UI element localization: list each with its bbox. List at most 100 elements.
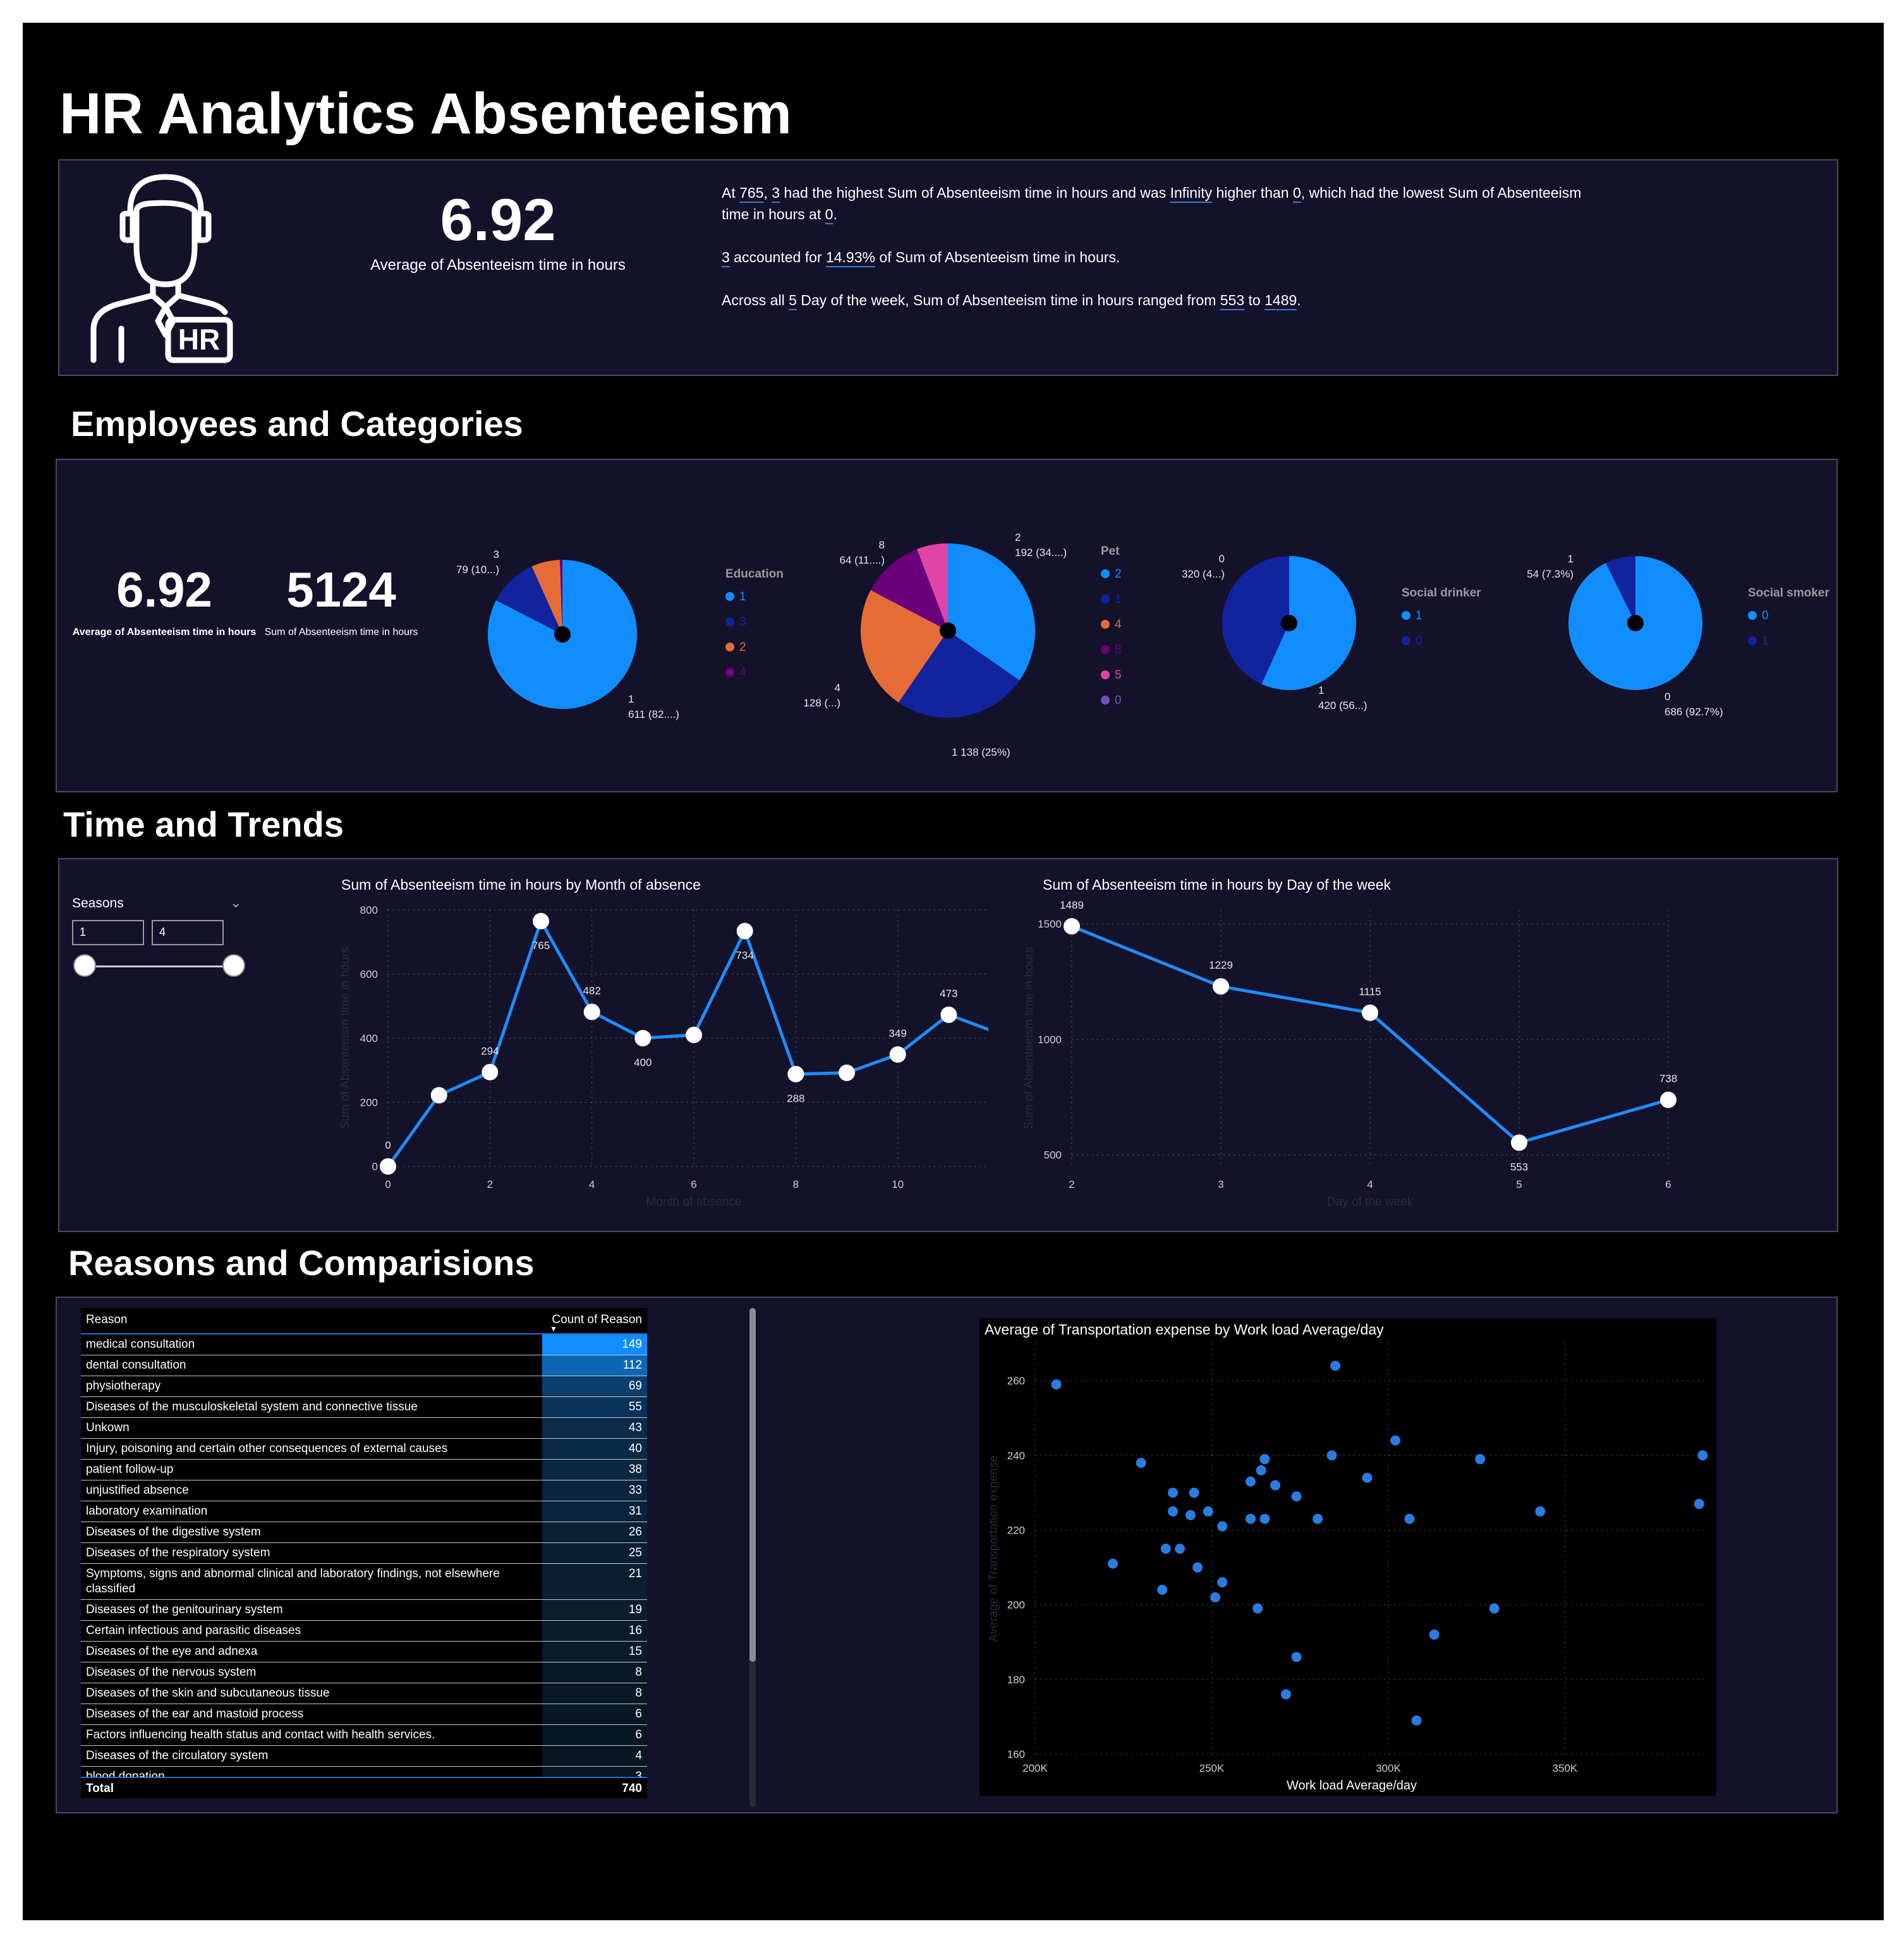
scatter-point-31[interactable] bbox=[1411, 1715, 1422, 1726]
table-row[interactable]: dental consultation 112 bbox=[81, 1355, 647, 1376]
slider-handle-min[interactable] bbox=[73, 954, 96, 977]
data-point-9[interactable] bbox=[839, 1064, 855, 1081]
data-point-3[interactable] bbox=[1511, 1134, 1527, 1151]
scatter-point-33[interactable] bbox=[1475, 1454, 1486, 1465]
scatter-point-11[interactable] bbox=[1203, 1506, 1213, 1516]
data-point-11[interactable] bbox=[940, 1006, 957, 1023]
pie-1-legend-dot-1[interactable] bbox=[1101, 595, 1110, 603]
table-row[interactable]: Diseases of the nervous system 8 bbox=[81, 1662, 647, 1683]
data-point-7[interactable] bbox=[736, 923, 753, 940]
data-point-5[interactable] bbox=[634, 1030, 652, 1046]
data-point-1[interactable] bbox=[430, 1087, 447, 1104]
data-point-2[interactable] bbox=[1362, 1004, 1378, 1021]
pie-0-legend-dot-1[interactable] bbox=[725, 617, 734, 626]
data-point-8[interactable] bbox=[787, 1065, 804, 1082]
scatter-point-5[interactable] bbox=[1167, 1487, 1178, 1498]
scatter-point-36[interactable] bbox=[1694, 1499, 1704, 1510]
pie-0-legend-item-0[interactable]: 1 bbox=[739, 590, 746, 603]
table-row[interactable]: physiotherapy 69 bbox=[81, 1376, 647, 1397]
table-row[interactable]: Diseases of the circulatory system 4 bbox=[81, 1745, 647, 1767]
scatter-point-9[interactable] bbox=[1189, 1487, 1199, 1498]
table-row[interactable]: Diseases of the respiratory system 25 bbox=[81, 1542, 647, 1564]
pie-1-legend-dot-2[interactable] bbox=[1101, 620, 1110, 629]
pie-1-legend-dot-5[interactable] bbox=[1101, 696, 1110, 705]
scatter-point-1[interactable] bbox=[1107, 1558, 1118, 1569]
pie-1-legend-item-0[interactable]: 2 bbox=[1115, 567, 1122, 581]
data-point-10[interactable] bbox=[889, 1046, 906, 1063]
scatter-point-26[interactable] bbox=[1326, 1450, 1337, 1461]
table-row[interactable]: Injury, poisoning and certain other cons… bbox=[81, 1438, 647, 1460]
data-point-4[interactable] bbox=[583, 1003, 600, 1020]
pie-3-legend-item-1[interactable]: 1 bbox=[1762, 634, 1769, 648]
pie-1-legend-dot-4[interactable] bbox=[1101, 670, 1110, 679]
table-row[interactable]: Certain infectious and parasitic disease… bbox=[81, 1620, 647, 1642]
scatter-point-27[interactable] bbox=[1330, 1360, 1341, 1371]
scatter-point-12[interactable] bbox=[1210, 1592, 1221, 1602]
table-row[interactable]: Diseases of the digestive system 26 bbox=[81, 1522, 647, 1543]
pie-3-legend-dot-0[interactable] bbox=[1748, 611, 1757, 620]
pie-3-legend-dot-1[interactable] bbox=[1748, 636, 1757, 645]
scatter-point-6[interactable] bbox=[1167, 1506, 1178, 1516]
data-point-3[interactable] bbox=[533, 912, 549, 929]
pie-0-legend-dot-2[interactable] bbox=[725, 643, 734, 651]
pie-1-legend-item-5[interactable]: 0 bbox=[1115, 694, 1122, 707]
table-row[interactable]: Diseases of the musculoskeletal system a… bbox=[81, 1396, 647, 1418]
pie-1-legend-item-4[interactable]: 5 bbox=[1115, 669, 1122, 682]
scatter-point-18[interactable] bbox=[1256, 1465, 1266, 1475]
pie-1-legend-item-1[interactable]: 1 bbox=[1115, 593, 1122, 606]
scatter-point-3[interactable] bbox=[1157, 1585, 1168, 1595]
scatter-point-2[interactable] bbox=[1136, 1458, 1146, 1468]
pie-0-legend-dot-0[interactable] bbox=[725, 592, 734, 601]
pie-2-legend-dot-1[interactable] bbox=[1402, 636, 1410, 645]
scatter-point-34[interactable] bbox=[1489, 1603, 1500, 1614]
data-point-2[interactable] bbox=[482, 1063, 499, 1080]
scatter-point-23[interactable] bbox=[1291, 1652, 1302, 1662]
scatter-point-4[interactable] bbox=[1160, 1544, 1171, 1554]
column-header-reason[interactable]: Reason bbox=[86, 1313, 128, 1327]
pie-2-legend-item-0[interactable]: 1 bbox=[1416, 609, 1422, 622]
scatter-point-8[interactable] bbox=[1185, 1510, 1196, 1520]
table-row[interactable]: blood donation 3 bbox=[81, 1766, 647, 1777]
scatter-point-10[interactable] bbox=[1192, 1562, 1203, 1573]
data-point-4[interactable] bbox=[1660, 1091, 1677, 1108]
scatter-point-30[interactable] bbox=[1404, 1513, 1415, 1524]
pie-0-legend-item-2[interactable]: 2 bbox=[739, 641, 746, 654]
scatter-point-28[interactable] bbox=[1362, 1472, 1373, 1483]
scatter-point-0[interactable] bbox=[1051, 1379, 1062, 1389]
table-row[interactable]: Diseases of the eye and adnexa 15 bbox=[81, 1641, 647, 1662]
scatter-point-16[interactable] bbox=[1245, 1476, 1256, 1487]
pie-1-legend-dot-0[interactable] bbox=[1101, 569, 1110, 578]
scatter-point-7[interactable] bbox=[1175, 1544, 1185, 1554]
pie-0-legend-item-3[interactable]: 4 bbox=[739, 666, 746, 679]
slicer-max-input[interactable]: 4 bbox=[152, 920, 224, 945]
slicer-min-input[interactable]: 1 bbox=[72, 920, 144, 945]
table-row[interactable]: Diseases of the genitourinary system 19 bbox=[81, 1599, 647, 1621]
scatter-point-32[interactable] bbox=[1429, 1629, 1440, 1640]
pie-0-legend-item-1[interactable]: 3 bbox=[739, 615, 746, 629]
scatter-point-20[interactable] bbox=[1259, 1454, 1270, 1465]
scatter-point-14[interactable] bbox=[1217, 1521, 1228, 1532]
pie-0-legend-dot-3[interactable] bbox=[725, 668, 734, 677]
table-scrollbar-thumb[interactable] bbox=[749, 1308, 756, 1662]
pie-2-legend-dot-0[interactable] bbox=[1402, 611, 1410, 620]
scatter-point-21[interactable] bbox=[1270, 1480, 1281, 1491]
pie-1-legend-item-3[interactable]: 8 bbox=[1115, 643, 1122, 657]
data-point-1[interactable] bbox=[1213, 978, 1229, 995]
scatter-point-15[interactable] bbox=[1245, 1513, 1256, 1524]
table-row[interactable]: Unkown 43 bbox=[81, 1417, 647, 1439]
data-point-0[interactable] bbox=[380, 1158, 396, 1175]
pie-2-legend-item-1[interactable]: 0 bbox=[1416, 634, 1422, 648]
table-row[interactable]: Symptoms, signs and abnormal clinical an… bbox=[81, 1563, 647, 1600]
scatter-point-19[interactable] bbox=[1259, 1513, 1270, 1524]
slider-handle-max[interactable] bbox=[222, 954, 245, 977]
scatter-point-22[interactable] bbox=[1280, 1689, 1291, 1700]
scatter-point-29[interactable] bbox=[1390, 1435, 1401, 1446]
table-row[interactable]: Diseases of the ear and mastoid process 6 bbox=[81, 1704, 647, 1725]
table-scrollbar[interactable] bbox=[749, 1308, 756, 1807]
scatter-point-25[interactable] bbox=[1313, 1513, 1323, 1524]
table-row[interactable]: medical consultation 149 bbox=[81, 1335, 647, 1355]
data-point-0[interactable] bbox=[1064, 917, 1080, 935]
table-row[interactable]: Diseases of the skin and subcutaneous ti… bbox=[81, 1683, 647, 1704]
table-row[interactable]: unjustified absence 33 bbox=[81, 1480, 647, 1501]
scatter-point-13[interactable] bbox=[1217, 1577, 1228, 1588]
